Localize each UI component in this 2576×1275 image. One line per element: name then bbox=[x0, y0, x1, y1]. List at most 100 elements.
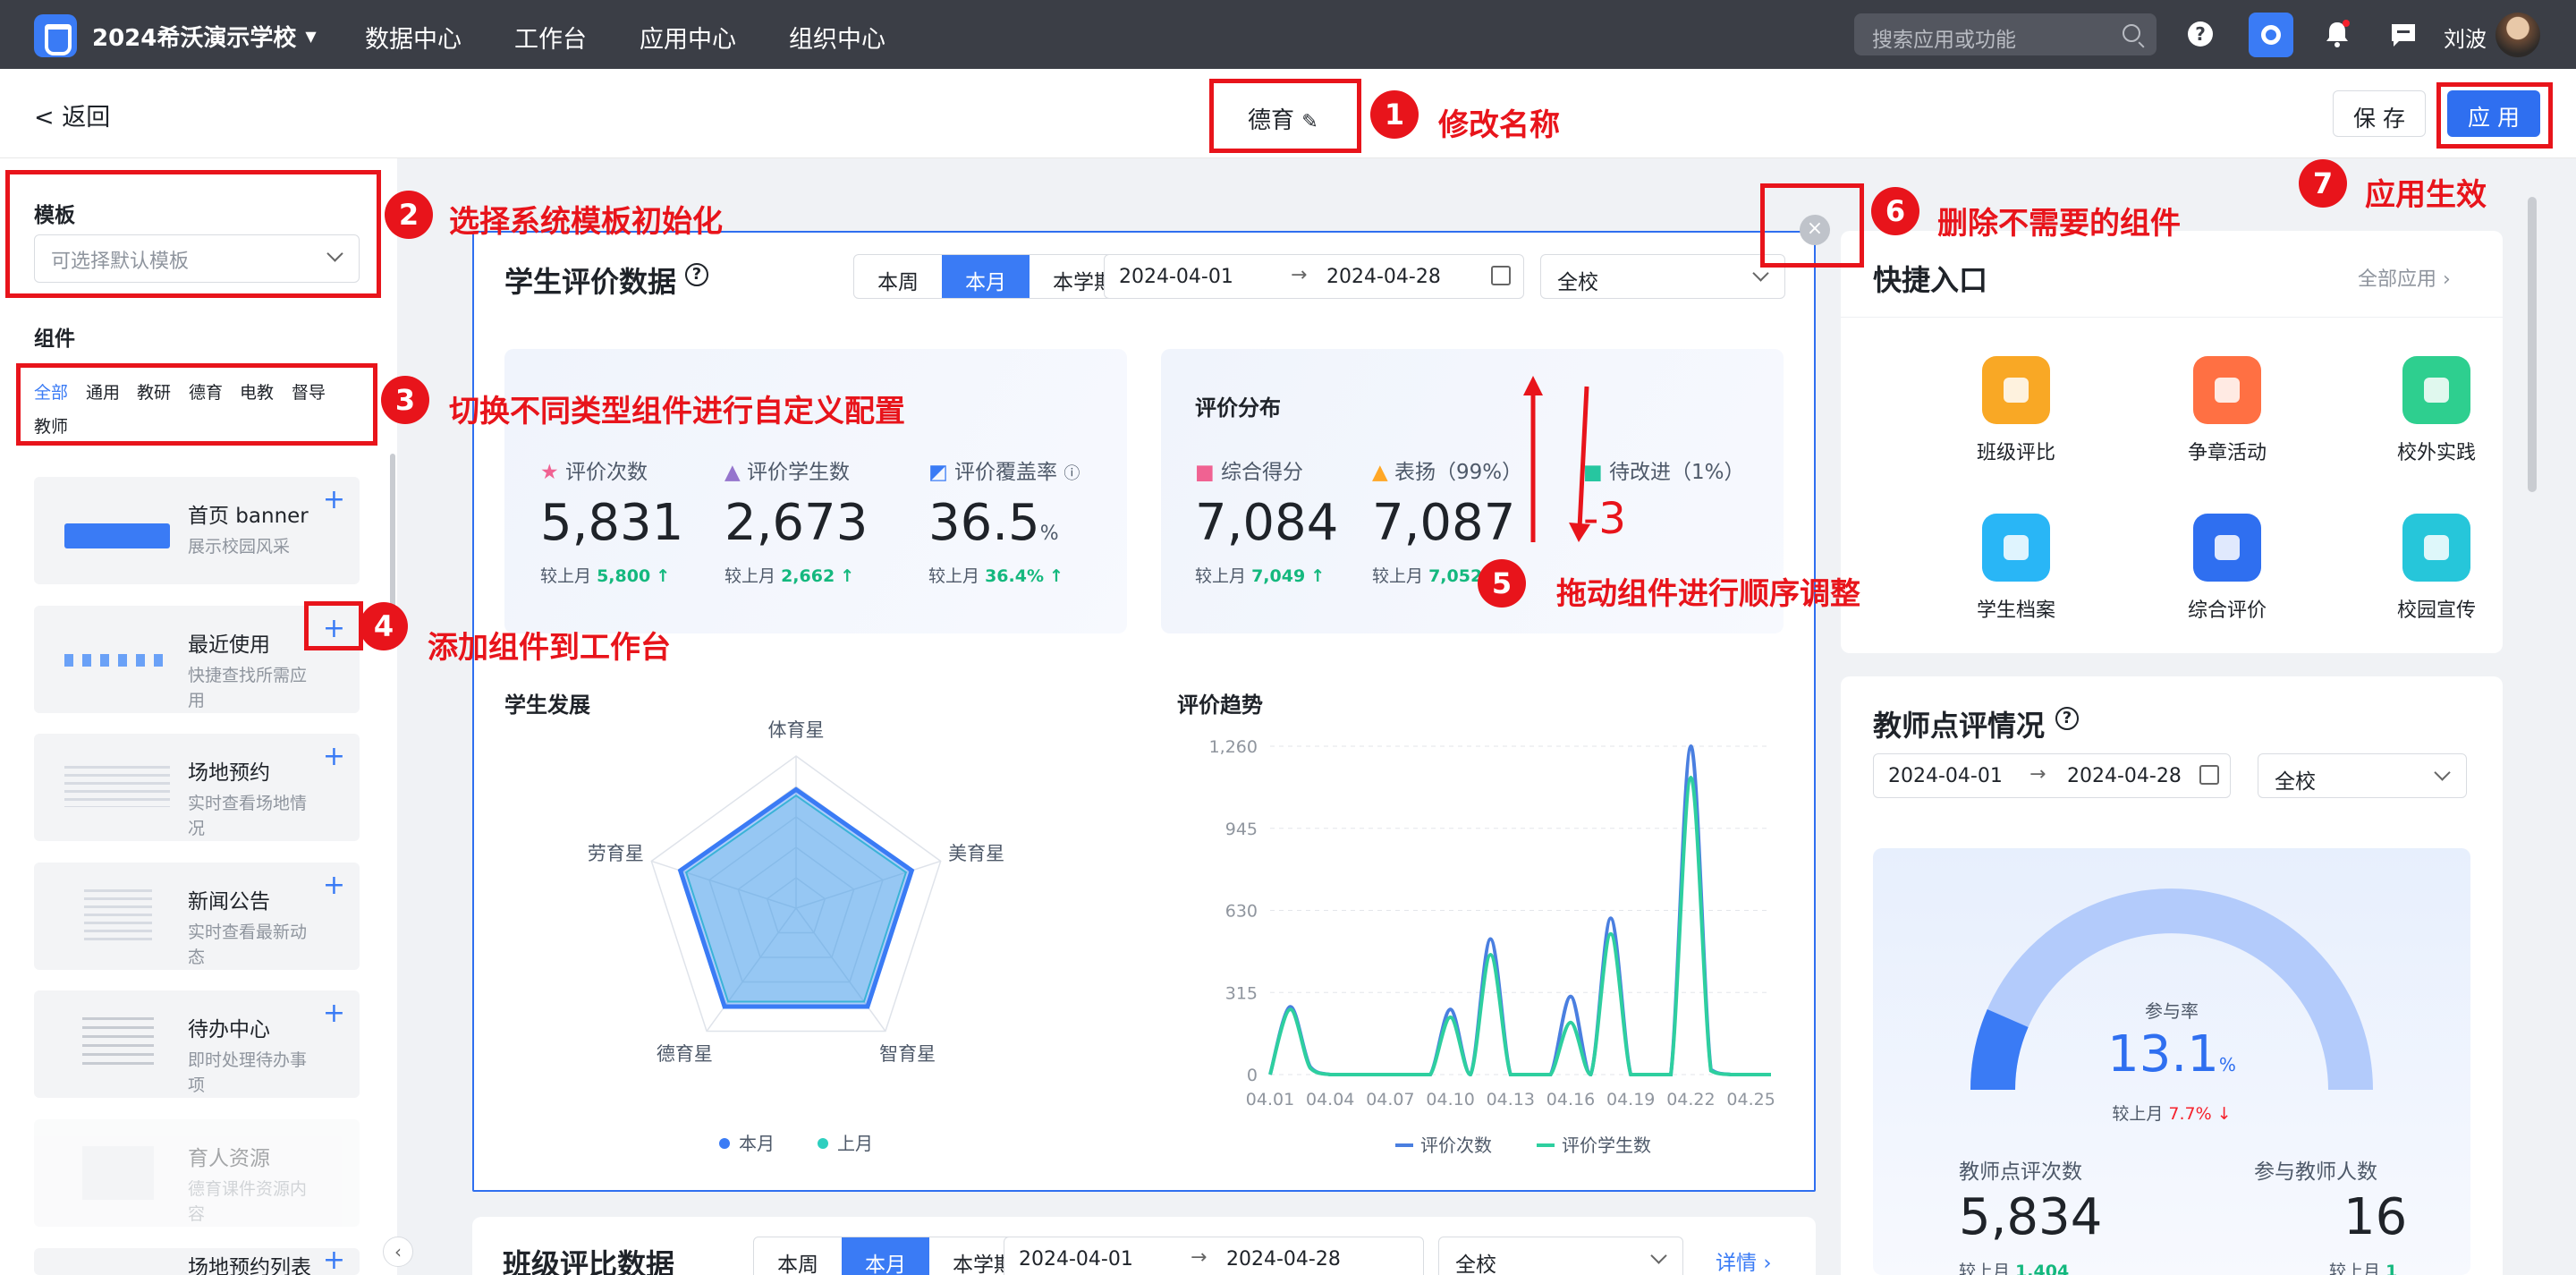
send-icon bbox=[2402, 514, 2470, 582]
stat-unit: % bbox=[1039, 523, 1059, 545]
scope-select[interactable]: 全校 bbox=[1540, 254, 1785, 299]
annotation-label: 删除不需要的组件 bbox=[1937, 206, 2181, 242]
add-component-button[interactable]: + bbox=[323, 484, 345, 515]
date-from: 2024-04-01 bbox=[1019, 1248, 1133, 1271]
quick-item-class-rating[interactable]: 班级评比 bbox=[1945, 356, 2088, 465]
scope-select[interactable]: 全校 bbox=[1438, 1237, 1683, 1275]
bell-icon[interactable] bbox=[2324, 20, 2351, 47]
stat-label: 评价学生数 bbox=[747, 461, 851, 484]
stat-value: 7,084 bbox=[1195, 494, 1339, 552]
stat-label: 教师点评次数 bbox=[1959, 1160, 2082, 1184]
school-name: 2024希沃演示学校 bbox=[92, 25, 297, 52]
quick-item-badge-activity[interactable]: 争章活动 bbox=[2156, 356, 2299, 465]
user-name[interactable]: 刘波 bbox=[2444, 21, 2487, 53]
period-month[interactable]: 本月 bbox=[842, 1237, 929, 1275]
component-title: 育人资源 bbox=[188, 1147, 270, 1170]
news-thumbnail bbox=[84, 889, 152, 943]
save-button[interactable]: 保 存 bbox=[2333, 90, 2426, 137]
detail-link[interactable]: 详情 › bbox=[1716, 1245, 1772, 1275]
nav-org-center[interactable]: 组织中心 bbox=[789, 20, 886, 55]
annotation-box-add bbox=[304, 601, 363, 650]
radar-axis-label: 体育星 bbox=[768, 719, 825, 741]
app-switch-icon[interactable] bbox=[2249, 13, 2293, 57]
quick-item-student-file[interactable]: 学生档案 bbox=[1945, 514, 2088, 623]
class-eval-card[interactable]: 班级评比数据 本周 本月 本学期 2024-04-01 → 2024-04-28… bbox=[472, 1217, 1816, 1275]
nav-workbench[interactable]: 工作台 bbox=[514, 20, 587, 55]
radar-axis-label: 劳育星 bbox=[588, 843, 644, 864]
help-icon[interactable]: ? bbox=[2188, 21, 2213, 47]
radar-axis-label: 美育星 bbox=[948, 843, 1004, 864]
component-title: 最近使用 bbox=[188, 633, 270, 657]
quick-item-campus-promo[interactable]: 校园宣传 bbox=[2365, 514, 2508, 623]
gauge-label: 参与率 bbox=[2145, 1000, 2199, 1022]
add-component-button[interactable]: + bbox=[323, 998, 345, 1029]
component-desc: 实时查看最新动态 bbox=[188, 922, 308, 967]
date-range-picker[interactable]: 2024-04-01 → 2024-04-28 bbox=[1104, 254, 1524, 299]
collapse-sidebar-button[interactable]: ‹ bbox=[383, 1237, 413, 1267]
period-week[interactable]: 本周 bbox=[854, 255, 942, 298]
message-icon[interactable] bbox=[2390, 21, 2417, 48]
radar-chart: 体育星美育星智育星 德育星 劳育星本月 上月 bbox=[588, 719, 1004, 1154]
component-desc: 快捷查找所需应用 bbox=[188, 666, 308, 710]
nav-app-center[interactable]: 应用中心 bbox=[640, 20, 736, 55]
x-tick-label: 04.07 bbox=[1366, 1090, 1414, 1109]
legend-marker bbox=[818, 1138, 828, 1149]
help-icon[interactable]: ? bbox=[685, 263, 708, 286]
stat-value: 16 bbox=[2343, 1188, 2408, 1246]
quick-item-label: 校外实践 bbox=[2396, 442, 2476, 464]
compare-delta: 7.7% bbox=[2168, 1104, 2212, 1124]
date-to: 2024-04-28 bbox=[1326, 266, 1441, 288]
caret-down-icon: ▼ bbox=[305, 28, 317, 45]
page-scrollbar[interactable] bbox=[2528, 197, 2537, 492]
gauge-number: 13.1 bbox=[2107, 1025, 2219, 1084]
scope-select[interactable]: 全校 bbox=[2258, 753, 2467, 798]
avatar[interactable] bbox=[2496, 13, 2540, 57]
school-switcher[interactable]: 2024希沃演示学校 ▼ bbox=[92, 20, 317, 53]
x-tick-label: 04.19 bbox=[1606, 1090, 1655, 1109]
stat-delta: 36.4% bbox=[985, 566, 1044, 586]
date-range-picker[interactable]: 2024-04-01 → 2024-04-28 bbox=[1873, 753, 2231, 798]
divider bbox=[1841, 317, 2503, 318]
quick-item-outdoor-practice[interactable]: 校外实践 bbox=[2365, 356, 2508, 465]
participation-panel: 参与率 13.1% 较上月 7.7% ↓ 教师点评次数 5,834 较上月 1,… bbox=[1873, 848, 2470, 1275]
help-icon[interactable]: ? bbox=[2055, 707, 2079, 730]
date-range-picker[interactable]: 2024-04-01 → 2024-04-28 bbox=[1004, 1237, 1424, 1275]
nav-data-center[interactable]: 数据中心 bbox=[365, 20, 462, 55]
y-tick-label: 630 bbox=[1225, 902, 1258, 922]
period-switch: 本周 本月 本学期 bbox=[853, 254, 1139, 299]
stat-compare-label: 较上月 bbox=[928, 566, 980, 586]
student-eval-card[interactable]: 学生评价数据 ? 本周 本月 本学期 2024-04-01 → 2024-04-… bbox=[472, 231, 1816, 1192]
search-icon bbox=[2123, 24, 2140, 42]
app-logo[interactable] bbox=[34, 14, 77, 57]
all-apps-link[interactable]: 全部应用 › bbox=[2358, 263, 2451, 292]
annotation-box-template bbox=[5, 170, 381, 298]
back-label: 返回 bbox=[62, 104, 111, 132]
trend-chart: 1,260 945 630 315 0 04.01 04.04 04.07 04.10 04.13… bbox=[1209, 737, 1775, 1156]
annotation-number: 4 bbox=[360, 602, 408, 650]
chevron-left-icon: < bbox=[34, 104, 55, 132]
period-week[interactable]: 本周 bbox=[754, 1237, 842, 1275]
component-item[interactable]: 新闻公告 实时查看最新动态 + bbox=[34, 863, 360, 970]
component-title: 场地预约 bbox=[188, 761, 270, 785]
stat-compare-label: 较上月 bbox=[1195, 566, 1247, 586]
add-component-button[interactable]: + bbox=[323, 741, 345, 772]
search-input[interactable]: 搜索应用或功能 bbox=[1854, 13, 2157, 55]
period-switch: 本周 本月 本学期 bbox=[753, 1237, 1038, 1275]
period-month[interactable]: 本月 bbox=[942, 255, 1030, 298]
stat-delta: 7,049 bbox=[1251, 566, 1306, 586]
annotation-number: 7 bbox=[2299, 159, 2347, 208]
quick-item-comprehensive-eval[interactable]: 综合评价 bbox=[2156, 514, 2299, 623]
component-item[interactable]: 场地预约 实时查看场地情况 + bbox=[34, 734, 360, 841]
component-item[interactable]: 待办中心 即时处理待办事项 + bbox=[34, 990, 360, 1098]
component-item[interactable]: 首页 banner 展示校园风采 + bbox=[34, 477, 360, 584]
add-component-button[interactable]: + bbox=[323, 1248, 345, 1275]
stat-value: 36.5 bbox=[928, 494, 1040, 552]
arrow-right-icon: → bbox=[1191, 1246, 1208, 1269]
add-component-button[interactable]: + bbox=[323, 870, 345, 901]
component-item[interactable]: 场地预约列表 + bbox=[34, 1248, 360, 1275]
todo-thumbnail bbox=[82, 1017, 154, 1071]
compare-delta: 1,404 bbox=[2015, 1262, 2070, 1275]
back-button[interactable]: < 返回 bbox=[34, 98, 110, 132]
help-icon[interactable]: ⓘ bbox=[1063, 464, 1080, 483]
stat-total-score: ■ 综合得分 7,084 较上月 7,049 ↑ bbox=[1195, 455, 1338, 587]
